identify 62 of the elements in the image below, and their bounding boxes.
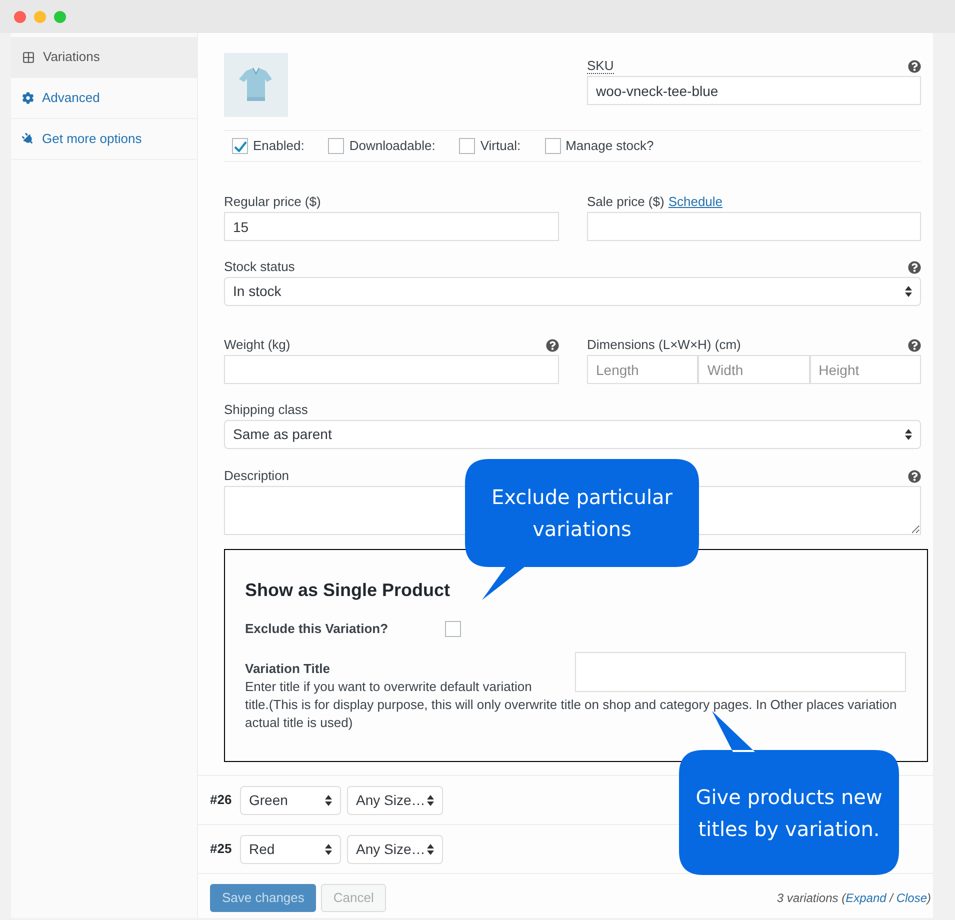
close-window-icon[interactable] xyxy=(14,10,26,22)
help-icon[interactable] xyxy=(546,338,559,352)
sidebar-tab[interactable]: Variations xyxy=(11,37,197,78)
select-field[interactable]: Any Size… xyxy=(347,786,443,814)
select-field[interactable]: Any Size… xyxy=(347,834,443,864)
checkbox-label: Enabled: xyxy=(253,137,304,156)
help-icon[interactable] xyxy=(908,470,921,482)
minimize-window-icon[interactable] xyxy=(34,10,46,22)
checkbox-label: Downloadable: xyxy=(349,137,436,156)
field-label: Weight (kg) xyxy=(224,336,290,354)
callout-text: Exclude particular variations xyxy=(490,484,674,543)
select-arrows-icon xyxy=(325,794,332,806)
field-label: Description xyxy=(224,467,290,486)
field-label: Shipping class xyxy=(224,401,308,420)
field-label: Stock status xyxy=(224,258,295,276)
checkbox-label: Manage stock? xyxy=(566,137,654,156)
field-hint: Enter title if you want to overwrite default variation title.(This is for display purpose, this will only overwrite title on shop and category pages. In Other places variation actual title is used) xyxy=(245,678,898,732)
sidebar-tab[interactable]: Get more options xyxy=(11,119,197,160)
expand-link[interactable]: Expand xyxy=(846,890,886,904)
field-label: Regular price ($) xyxy=(224,193,321,212)
input-field[interactable] xyxy=(224,355,559,384)
input-field[interactable]: woo-vneck-tee-blue xyxy=(587,76,921,105)
field-label: Variation Title xyxy=(245,660,332,678)
help-icon[interactable] xyxy=(908,338,921,352)
gear-icon xyxy=(22,92,34,104)
input-field[interactable]: Length xyxy=(587,355,698,384)
select-arrows-icon xyxy=(905,429,912,440)
sidebar-tab[interactable]: Advanced xyxy=(11,78,197,119)
select-arrows-icon xyxy=(427,844,434,854)
checkbox[interactable] xyxy=(445,621,461,637)
select-arrows-icon xyxy=(427,794,434,806)
maximize-window-icon[interactable] xyxy=(54,10,66,22)
field-label: Dimensions (L×W×H) (cm) xyxy=(587,336,741,354)
checkbox[interactable] xyxy=(544,138,561,154)
input-field[interactable]: Height xyxy=(810,355,921,384)
callout-text: Give products new titles by variation. xyxy=(695,784,883,842)
help-icon[interactable] xyxy=(908,60,921,72)
panel-heading: Show as Single Product xyxy=(245,579,452,602)
input-field[interactable]: 15 xyxy=(224,212,559,241)
select-field[interactable]: Same as parent xyxy=(224,420,921,449)
variation-title-field[interactable] xyxy=(575,652,906,692)
checkbox-label: Virtual: xyxy=(480,137,521,156)
variation-number: #25 xyxy=(210,840,233,858)
checkbox-label: Exclude this Variation? xyxy=(245,620,390,638)
input-field[interactable] xyxy=(587,212,921,241)
schedule-link[interactable]: Schedule xyxy=(668,192,723,212)
select-arrows-icon xyxy=(905,286,912,297)
checkbox[interactable] xyxy=(232,138,248,154)
checkbox[interactable] xyxy=(459,138,476,154)
field-label: Sale price ($) xyxy=(587,193,664,212)
select-field[interactable]: In stock xyxy=(224,277,921,306)
variation-number: #26 xyxy=(210,791,233,810)
grid-icon xyxy=(22,50,35,64)
close-link[interactable]: Close xyxy=(896,890,927,904)
select-field[interactable]: Red xyxy=(240,834,341,864)
select-field[interactable]: Green xyxy=(240,786,341,814)
variations-count: 3 variations (Expand / Close) xyxy=(776,890,931,906)
select-arrows-icon xyxy=(325,844,332,854)
checkbox[interactable] xyxy=(328,138,344,154)
field-label: SKU xyxy=(587,58,614,74)
input-field[interactable]: Width xyxy=(698,355,810,384)
help-icon[interactable] xyxy=(908,260,921,274)
